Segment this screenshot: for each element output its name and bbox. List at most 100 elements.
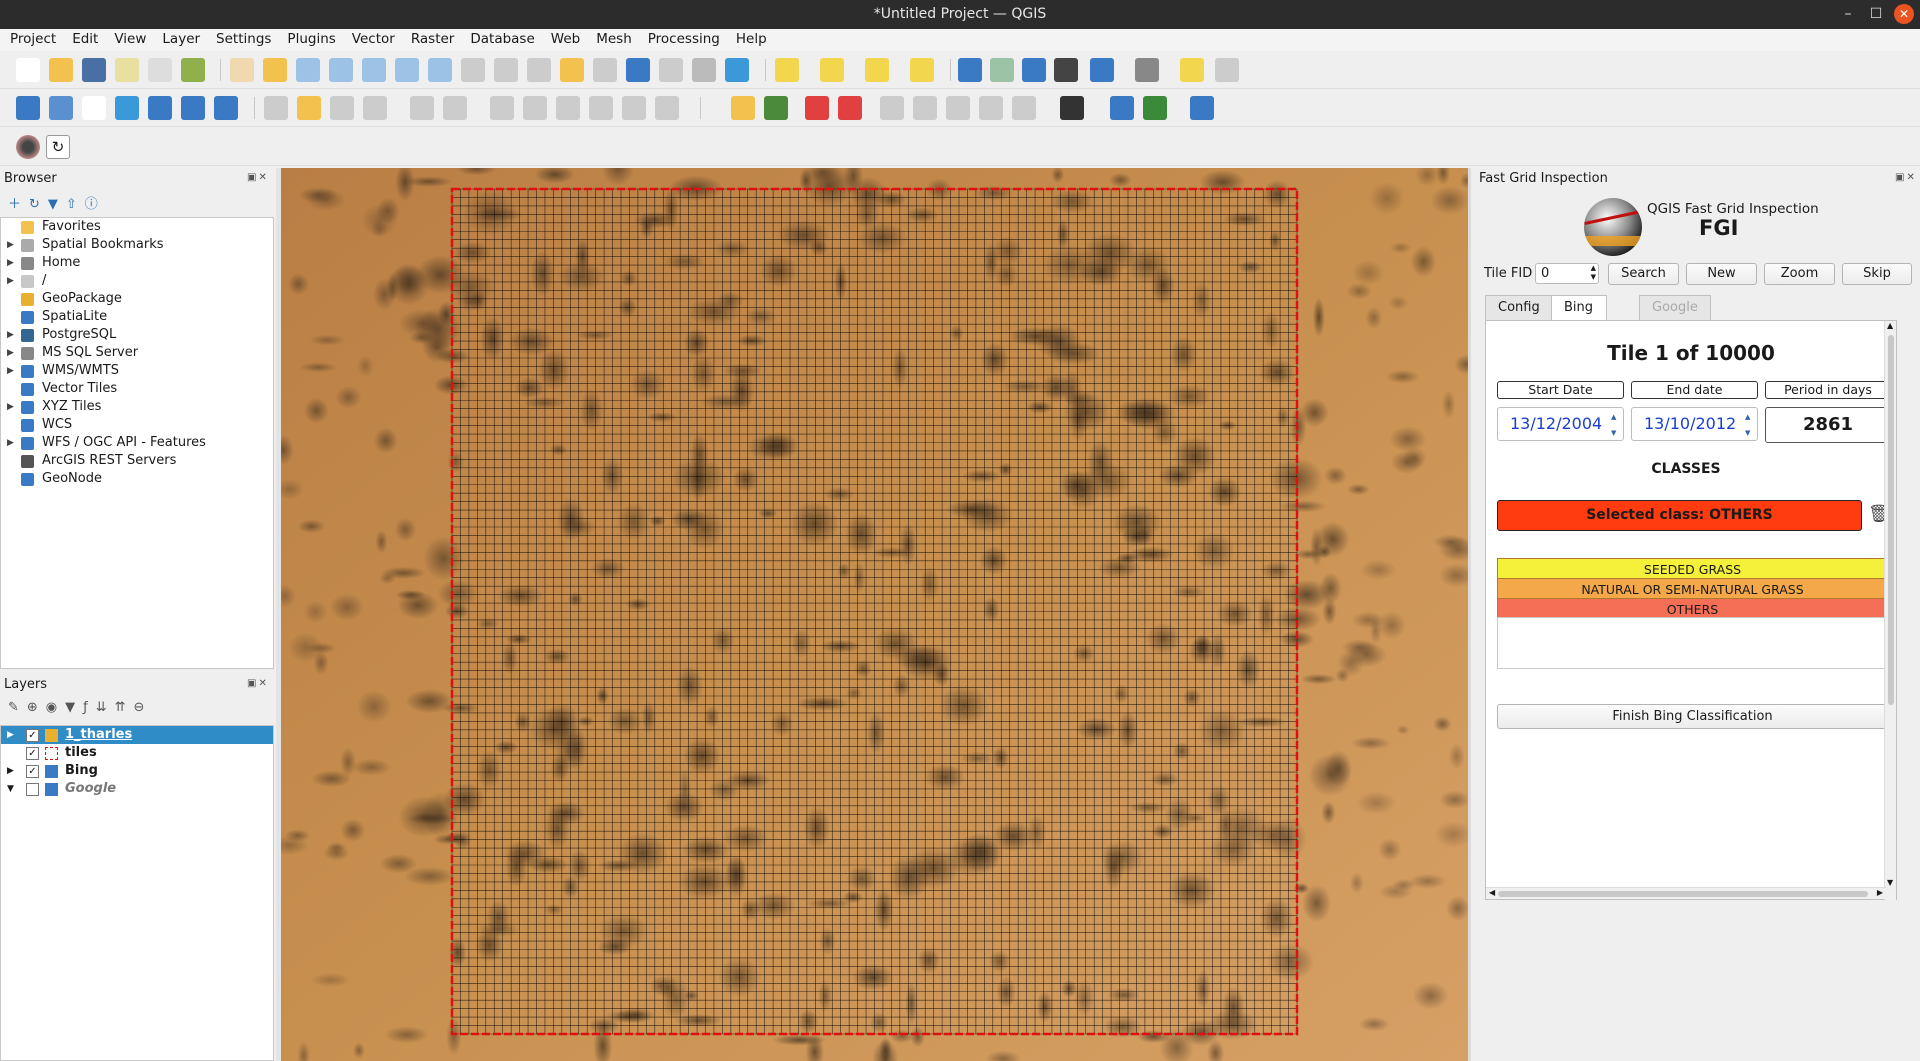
pan-to-selection-icon[interactable] — [263, 58, 287, 82]
layer-tree[interactable]: ▶ ✓ 1_tharles ✓ tiles ▶ ✓ Bing ▼ Google — [0, 725, 274, 1061]
new-shapefile-icon[interactable] — [82, 96, 106, 120]
browser-item[interactable]: ▶ MS SQL Server — [1, 344, 273, 362]
rotate-label-icon[interactable] — [913, 96, 937, 120]
browser-item[interactable]: GeoNode — [1, 470, 273, 488]
open-project-icon[interactable] — [49, 58, 73, 82]
vertex-tool-icon[interactable] — [410, 96, 434, 120]
browser-item[interactable]: GeoPackage — [1, 290, 273, 308]
browser-item[interactable]: ▶ Home — [1, 254, 273, 272]
scroll-right-icon[interactable]: ▶ — [1877, 888, 1883, 897]
browser-item[interactable]: WCS — [1, 416, 273, 434]
identify-icon[interactable] — [958, 58, 982, 82]
menu-vector[interactable]: Vector — [342, 29, 401, 47]
plugin-manager-icon[interactable] — [1143, 96, 1167, 120]
start-date-input[interactable]: 13/12/2004 ▲ ▼ — [1497, 407, 1624, 441]
search-locator-icon[interactable] — [1215, 58, 1239, 82]
tile-fid-input[interactable]: 0 ▲ ▼ — [1535, 263, 1599, 284]
tab-config[interactable]: Config — [1485, 295, 1553, 320]
label-properties-icon[interactable] — [979, 96, 1003, 120]
browser-item[interactable]: ArcGIS REST Servers — [1, 452, 273, 470]
statistics-icon[interactable] — [1054, 58, 1078, 82]
date-spinner-icon[interactable]: ▲ ▼ — [1611, 413, 1621, 437]
browser-item[interactable]: ▶ Spatial Bookmarks — [1, 236, 273, 254]
menu-layer[interactable]: Layer — [152, 29, 206, 47]
finish-bing-classification-button[interactable]: Finish Bing Classification — [1497, 704, 1888, 729]
delete-selected-icon[interactable] — [490, 96, 514, 120]
end-date-input[interactable]: 13/10/2012 ▲ ▼ — [1631, 407, 1758, 441]
zoom-to-selection-icon[interactable] — [395, 58, 419, 82]
layer-visibility-checkbox[interactable] — [26, 783, 39, 796]
refresh-icon[interactable]: ↻ — [46, 135, 70, 159]
select-location-icon[interactable] — [910, 58, 934, 82]
vertical-scrollbar[interactable]: ▲ ▼ — [1884, 321, 1896, 901]
field-calculator-icon[interactable] — [990, 58, 1014, 82]
browser-item[interactable]: SpatiaLite — [1, 308, 273, 326]
pan-icon[interactable] — [230, 58, 254, 82]
browser-item[interactable]: ▶ WMS/WMTS — [1, 362, 273, 380]
expand-arrow-icon[interactable]: ▶ — [7, 344, 14, 362]
paste-features-icon[interactable] — [589, 96, 613, 120]
minimize-icon[interactable]: – — [1838, 4, 1858, 24]
attribute-table-icon[interactable] — [1090, 58, 1114, 82]
browser-tree[interactable]: Favorites ▶ Spatial Bookmarks ▶ Home ▶ / GeoPac… — [0, 217, 274, 669]
zoom-button[interactable]: Zoom — [1764, 263, 1835, 285]
menu-mesh[interactable]: Mesh — [586, 29, 638, 47]
browser-item[interactable]: ▶ / — [1, 272, 273, 290]
layer-visibility-checkbox[interactable]: ✓ — [26, 765, 39, 778]
new-spatialite-icon[interactable] — [115, 96, 139, 120]
zoom-last-icon[interactable] — [494, 58, 518, 82]
diagram-properties-icon[interactable] — [1012, 96, 1036, 120]
new-map-view-icon[interactable] — [560, 58, 584, 82]
menu-project[interactable]: Project — [0, 29, 62, 47]
close-icon[interactable]: ✕ — [1894, 4, 1914, 24]
zoom-to-layer-icon[interactable] — [428, 58, 452, 82]
expand-arrow-icon[interactable]: ▶ — [7, 254, 14, 272]
add-wms-icon[interactable] — [214, 96, 238, 120]
show-hide-labels-icon[interactable] — [838, 96, 862, 120]
deselect-icon[interactable] — [865, 58, 889, 82]
layer-visibility-checkbox[interactable]: ✓ — [26, 747, 39, 760]
menu-web[interactable]: Web — [541, 29, 586, 47]
copy-features-icon[interactable] — [556, 96, 580, 120]
browser-item[interactable]: ▶ XYZ Tiles — [1, 398, 273, 416]
layer-item-tiles[interactable]: ✓ tiles — [1, 744, 273, 762]
zoom-out-icon[interactable] — [329, 58, 353, 82]
help-icon[interactable] — [1190, 96, 1214, 120]
maximize-icon[interactable]: ☐ — [1866, 4, 1886, 24]
modify-attributes-icon[interactable] — [443, 96, 467, 120]
change-label-icon[interactable] — [946, 96, 970, 120]
expand-arrow-icon[interactable]: ▶ — [7, 762, 14, 780]
digitize-icon[interactable] — [363, 96, 387, 120]
open-attribute-table-icon[interactable] — [820, 58, 844, 82]
menu-processing[interactable]: Processing — [638, 29, 726, 47]
expand-arrow-icon[interactable]: ▶ — [7, 398, 14, 416]
zoom-next-icon[interactable] — [527, 58, 551, 82]
data-source-manager-icon[interactable] — [16, 96, 40, 120]
python-console-icon[interactable] — [1110, 96, 1134, 120]
undo-icon[interactable] — [622, 96, 646, 120]
date-spinner-icon[interactable]: ▲ ▼ — [1745, 413, 1755, 437]
layer-diagram-icon[interactable] — [764, 96, 788, 120]
show-bookmarks-icon[interactable] — [659, 58, 683, 82]
layer-item-google[interactable]: ▼ Google — [1, 780, 273, 798]
scrollbar-thumb[interactable] — [1498, 891, 1868, 897]
layers-toolbar[interactable]: ✎⊕◉▼ƒ⇊⇈⊖ — [8, 700, 152, 715]
dock-float-close-icon[interactable]: ▣✕ — [247, 678, 269, 689]
new-project-icon[interactable] — [16, 58, 40, 82]
redo-icon[interactable] — [655, 96, 679, 120]
new-3d-view-icon[interactable] — [593, 58, 617, 82]
dock-float-close-icon[interactable]: ▣✕ — [1895, 172, 1917, 183]
expand-arrow-icon[interactable]: ▼ — [7, 780, 14, 798]
horizontal-scrollbar[interactable]: ◀ ▶ — [1486, 887, 1886, 899]
dock-float-close-icon[interactable]: ▣✕ — [247, 172, 269, 183]
menu-edit[interactable]: Edit — [62, 29, 104, 47]
layer-item-1_tharles[interactable]: ▶ ✓ 1_tharles — [1, 726, 273, 744]
scroll-up-icon[interactable]: ▲ — [1887, 321, 1893, 330]
new-bookmark-icon[interactable] — [626, 58, 650, 82]
menu-help[interactable]: Help — [726, 29, 773, 47]
scroll-left-icon[interactable]: ◀ — [1489, 888, 1495, 897]
map-canvas[interactable] — [281, 168, 1468, 1061]
scrollbar-thumb[interactable] — [1888, 335, 1894, 705]
measure-icon[interactable] — [1135, 58, 1159, 82]
scroll-down-icon[interactable]: ▼ — [1887, 878, 1893, 887]
